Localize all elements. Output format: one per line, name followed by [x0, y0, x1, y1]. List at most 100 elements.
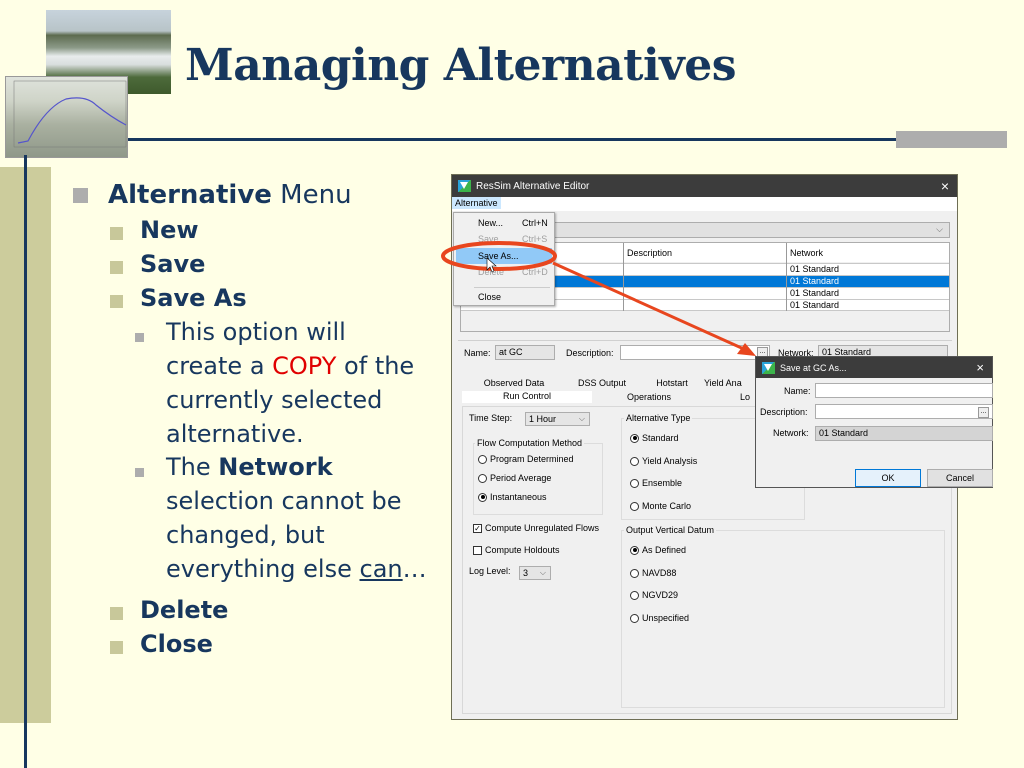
radio-icon	[478, 454, 487, 464]
tab-observed-data[interactable]: Observed Data	[466, 378, 562, 390]
tab-dss-output[interactable]: DSS Output	[564, 378, 640, 390]
radio-ensemble[interactable]: Ensemble	[630, 478, 682, 488]
cancel-button[interactable]: Cancel	[927, 469, 993, 487]
chevron-down-icon: ⌵	[578, 414, 585, 423]
menu-item-label: Save	[478, 234, 499, 244]
log-level-label: Log Level:	[469, 566, 511, 576]
sub-bullet-text: selection cannot be	[166, 487, 402, 515]
name-field[interactable]: at GC	[495, 345, 555, 360]
tab-operations[interactable]: Operations	[594, 392, 704, 404]
radio-selected-icon	[478, 492, 487, 502]
menu-item-delete[interactable]: Delete Ctrl+D	[456, 264, 552, 280]
log-level-value: 3	[523, 568, 529, 578]
ellipsis-button[interactable]: ...	[978, 407, 989, 418]
bullet-marker	[110, 641, 123, 654]
sub-bullet-text: create a COPY of the	[166, 352, 415, 380]
checkbox-compute-unregulated[interactable]: ✓ Compute Unregulated Flows	[473, 523, 599, 533]
radio-label: Period Average	[490, 473, 552, 483]
column-divider	[623, 243, 624, 311]
horizontal-rule	[128, 138, 973, 141]
group-title: Alternative Type	[624, 413, 693, 423]
cell-network: 01 Standard	[790, 300, 840, 310]
menu-item-label: New...	[478, 218, 504, 228]
radio-label: As Defined	[642, 545, 687, 555]
log-level-select[interactable]: 3 ⌵	[519, 566, 551, 580]
radio-icon	[630, 613, 639, 623]
column-header-description[interactable]: Description	[627, 248, 672, 258]
checkbox-checked-icon: ✓	[473, 523, 482, 533]
time-step-select[interactable]: 1 Hour ⌵	[525, 412, 590, 426]
menu-item-shortcut: Ctrl+D	[522, 267, 548, 277]
radio-label: Yield Analysis	[642, 456, 698, 466]
radio-label: Ensemble	[642, 478, 683, 488]
window-titlebar: ResSim Alternative Editor ×	[452, 175, 957, 197]
dialog-titlebar: Save at GC As... ×	[756, 357, 992, 378]
ressim-app-icon	[458, 180, 471, 192]
dialog-network-field: 01 Standard	[815, 426, 993, 441]
menu-item-label: Save As...	[478, 251, 519, 261]
radio-icon	[630, 456, 639, 466]
sub-bullet-text: This option will	[166, 318, 346, 346]
vertical-rule	[24, 155, 27, 768]
menu-item-save[interactable]: Save Ctrl+S	[456, 231, 552, 247]
chevron-down-icon: ⌵	[936, 224, 943, 234]
tab-yield-analysis[interactable]: Yield Ana	[704, 378, 754, 390]
bullet-marker	[110, 295, 123, 308]
dialog-name-label: Name:	[784, 386, 811, 396]
menu-alternative[interactable]: Alternative	[452, 197, 501, 209]
dialog-name-field[interactable]	[815, 383, 993, 398]
radio-monte-carlo[interactable]: Monte Carlo	[630, 501, 691, 511]
radio-program-determined[interactable]: Program Determined	[478, 454, 574, 464]
dialog-description-field[interactable]	[815, 404, 993, 419]
close-icon[interactable]: ×	[941, 178, 949, 194]
close-icon[interactable]: ×	[976, 360, 984, 375]
tab-hotstart[interactable]: Hotstart	[642, 378, 702, 390]
bullet-new: New	[140, 216, 199, 244]
radio-icon	[478, 473, 487, 483]
menu-item-label: Delete	[478, 267, 505, 277]
radio-label: Standard	[642, 433, 679, 443]
cell-network: 01 Standard	[790, 276, 840, 286]
menu-item-label: Close	[478, 292, 502, 302]
radio-label: Program Determined	[490, 454, 574, 464]
output-datum-group: Output Vertical Datum As Defined NAVD88 …	[621, 525, 945, 708]
ok-button[interactable]: OK	[855, 469, 921, 487]
radio-navd88[interactable]: NAVD88	[630, 568, 676, 578]
bullet-alternative-menu: Alternative Menu	[108, 180, 352, 210]
time-step-value: 1 Hour	[529, 414, 557, 424]
dialog-title: Save at GC As...	[780, 362, 847, 373]
chevron-down-icon: ⌵	[539, 568, 546, 577]
window-title: ResSim Alternative Editor	[476, 180, 590, 192]
menu-item-new[interactable]: New... Ctrl+N	[456, 215, 552, 231]
menu-item-shortcut: Ctrl+N	[522, 218, 548, 228]
sub-bullet-text: changed, but	[166, 521, 325, 549]
radio-yield-analysis[interactable]: Yield Analysis	[630, 456, 697, 466]
tab-lookback[interactable]: Lo	[706, 392, 756, 404]
radio-standard[interactable]: Standard	[630, 433, 679, 443]
radio-period-average[interactable]: Period Average	[478, 473, 551, 483]
menu-item-close[interactable]: Close	[456, 289, 552, 305]
checkbox-compute-holdouts[interactable]: Compute Holdouts	[473, 545, 560, 555]
menu-item-shortcut: Ctrl+S	[522, 234, 548, 244]
radio-label: Unspecified	[642, 613, 690, 623]
radio-icon	[630, 478, 639, 488]
radio-selected-icon	[630, 545, 639, 555]
radio-unspecified[interactable]: Unspecified	[630, 613, 689, 623]
hydrograph-image	[5, 76, 128, 158]
tab-run-control[interactable]: Run Control	[462, 391, 592, 403]
bullet-marker	[110, 261, 123, 274]
ressim-app-icon	[762, 361, 775, 374]
bullet-marker	[135, 468, 144, 477]
column-divider	[786, 243, 787, 311]
menu-item-save-as[interactable]: Save As...	[456, 248, 552, 264]
checkbox-label: Compute Holdouts	[485, 545, 560, 555]
column-header-network[interactable]: Network	[790, 248, 823, 258]
checkbox-label: Compute Unregulated Flows	[485, 523, 600, 533]
flow-computation-group: Flow Computation Method Program Determin…	[473, 438, 603, 515]
radio-instantaneous[interactable]: Instantaneous	[478, 492, 547, 502]
radio-label: NGVD29	[642, 590, 679, 600]
dialog-network-label: Network:	[773, 428, 809, 438]
radio-ngvd29[interactable]: NGVD29	[630, 590, 678, 600]
radio-as-defined[interactable]: As Defined	[630, 545, 686, 555]
description-field[interactable]	[620, 345, 770, 360]
